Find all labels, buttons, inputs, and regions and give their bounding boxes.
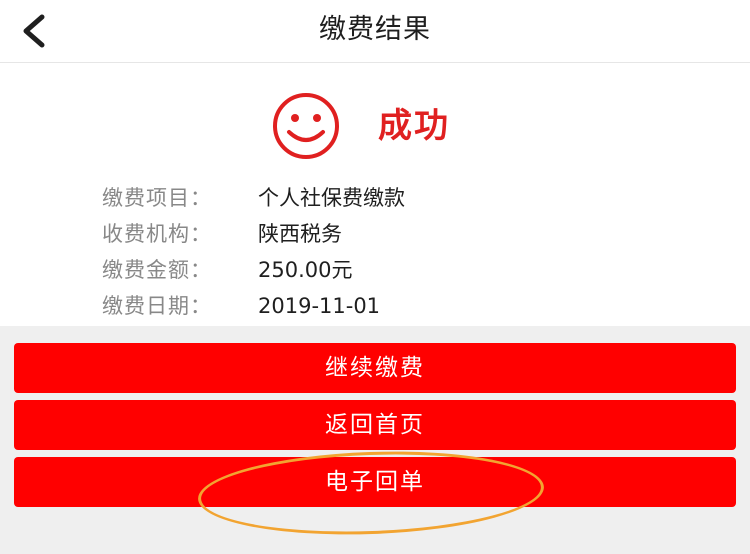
- page-title: 缴费结果: [319, 14, 431, 45]
- electronic-receipt-button[interactable]: 电子回单: [14, 457, 736, 507]
- result-text: 成功: [378, 106, 450, 146]
- detail-label: 缴费日期：: [102, 294, 212, 318]
- detail-row-date: 缴费日期： 2019-11-01: [102, 288, 662, 324]
- detail-label: 收费机构：: [102, 222, 212, 246]
- detail-label: 缴费金额：: [102, 258, 212, 282]
- detail-value: 250.00元: [258, 258, 353, 282]
- detail-value: 陕西税务: [258, 222, 342, 246]
- detail-row-item: 缴费项目： 个人社保费缴款: [102, 180, 662, 216]
- detail-value: 个人社保费缴款: [258, 186, 405, 210]
- detail-row-amount: 缴费金额： 250.00元: [102, 252, 662, 288]
- header-bar: 缴费结果: [0, 0, 750, 63]
- payment-details: 缴费项目： 个人社保费缴款 收费机构： 陕西税务 缴费金额： 250.00元 缴…: [102, 180, 662, 324]
- detail-value: 2019-11-01: [258, 294, 381, 318]
- continue-payment-button[interactable]: 继续缴费: [14, 343, 736, 393]
- smiley-face-icon: [273, 93, 339, 159]
- return-home-button[interactable]: 返回首页: [14, 400, 736, 450]
- result-status: 成功: [0, 88, 750, 160]
- detail-label: 缴费项目：: [102, 186, 212, 210]
- detail-row-agency: 收费机构： 陕西税务: [102, 216, 662, 252]
